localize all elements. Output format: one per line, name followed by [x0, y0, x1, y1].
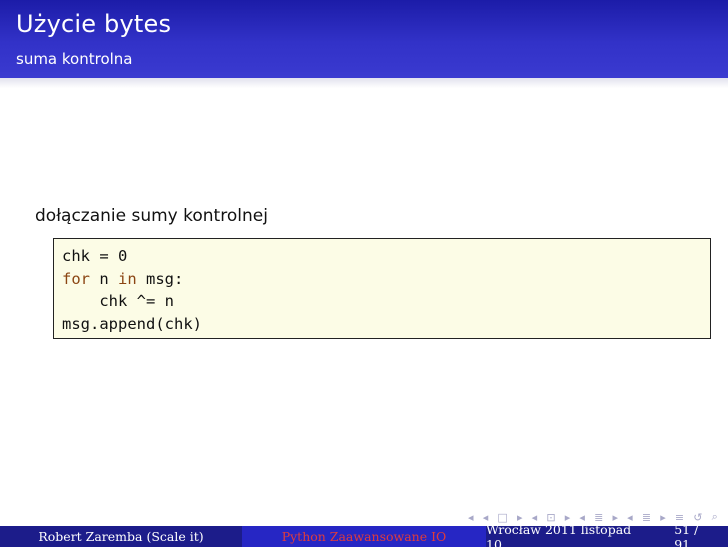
footer-date-page: Wrocław 2011 listopad 10 51 / 91 — [486, 522, 728, 552]
slide-title: Użycie bytes — [16, 10, 172, 38]
code-token: msg: — [136, 269, 184, 288]
keyword-in: in — [118, 269, 137, 288]
code-line-4: msg.append(chk) — [62, 314, 202, 333]
code-line-2: for n in msg: — [62, 268, 710, 291]
footer-author: Robert Zaremba (Scale it) — [0, 526, 242, 547]
header-shadow — [0, 78, 728, 88]
nav-document-next-icon[interactable]: ▸ — [660, 511, 666, 524]
footer-page-number: 51 / 91 — [674, 521, 699, 552]
code-line-1: chk = 0 — [62, 247, 128, 265]
keyword-for: for — [62, 269, 90, 288]
code-block: chk = 0 for n in msg: chk ^= n msg.appen… — [53, 238, 711, 339]
code-line-3: chk ^= n — [62, 292, 174, 310]
slide-footer: Robert Zaremba (Scale it) Python Zaawans… — [0, 522, 728, 552]
code-token: n — [90, 269, 118, 288]
slide-header: Użycie bytes suma kontrolna — [0, 0, 728, 78]
footer-date: Wrocław 2011 listopad 10 — [486, 521, 632, 552]
nav-first-icon[interactable]: ◂ — [468, 511, 474, 524]
block-title: dołączanie sumy kontrolnej — [35, 206, 268, 226]
footer-short-title: Python Zaawansowane IO — [242, 526, 486, 547]
slide-subtitle: suma kontrolna — [16, 50, 133, 68]
